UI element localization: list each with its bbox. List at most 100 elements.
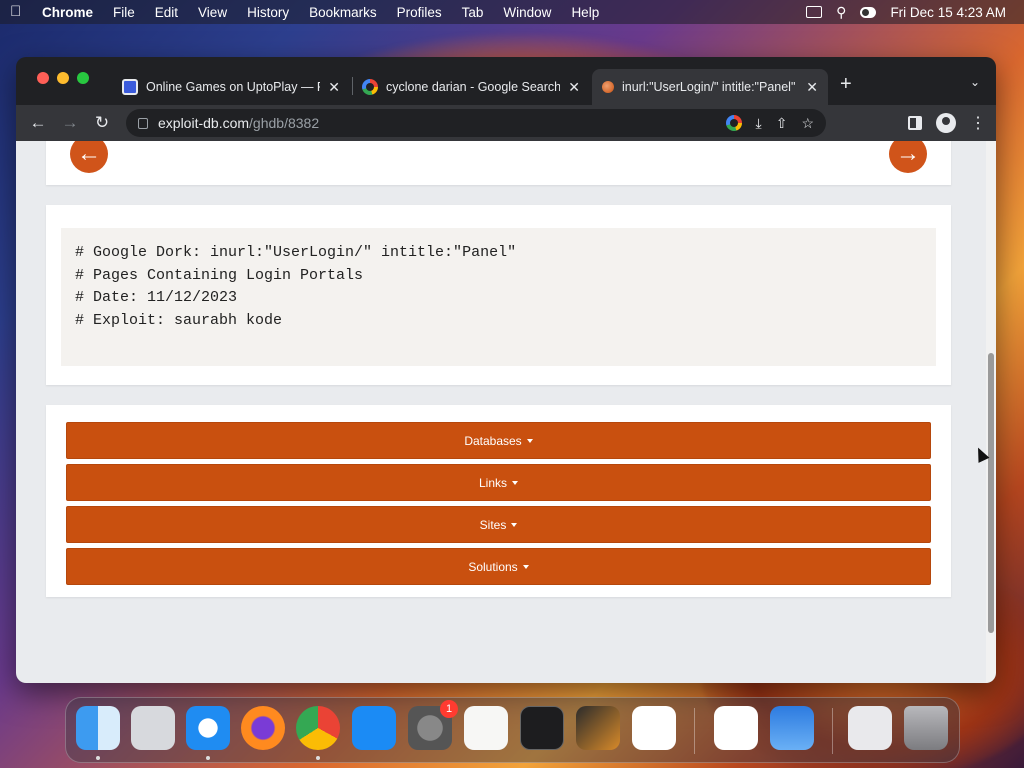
dropdown-label: Links — [478, 475, 507, 490]
window-controls — [37, 72, 89, 84]
dock-separator — [694, 708, 695, 754]
google-icon — [362, 79, 378, 95]
previous-arrow-button[interactable]: ← — [70, 141, 108, 173]
menu-file[interactable]: File — [113, 5, 135, 20]
exploit-card: # Google Dork: inurl:"UserLogin/" intitl… — [46, 205, 951, 385]
reload-button[interactable]: ↻ — [88, 109, 116, 137]
firefox-icon[interactable] — [241, 706, 285, 750]
app-store-icon[interactable] — [352, 706, 396, 750]
menu-view[interactable]: View — [198, 5, 227, 20]
tab-exploit-db[interactable]: inurl:"UserLogin/" intitle:"Panel" ✕ — [592, 69, 828, 105]
finder-icon[interactable] — [76, 706, 120, 750]
code-line: # Date: 11/12/2023 — [75, 289, 238, 306]
textedit-icon[interactable] — [464, 706, 508, 750]
google-lens-icon[interactable] — [725, 115, 742, 131]
dock: 1 — [65, 697, 960, 763]
dropdown-label: Databases — [464, 433, 522, 448]
uptoplay-icon — [122, 79, 138, 95]
navigation-card: ← → — [46, 141, 951, 185]
dropdown-label: Sites — [479, 517, 507, 532]
menu-tab[interactable]: Tab — [462, 5, 484, 20]
code-line: # Pages Containing Login Portals — [75, 266, 364, 284]
chrome-icon[interactable] — [296, 706, 340, 750]
forward-button[interactable]: → — [56, 109, 84, 137]
system-preferences-icon[interactable]: 1 — [408, 700, 458, 750]
page-content: ← → # Google Dork: inurl:"UserLogin/" in… — [16, 141, 986, 683]
address-bar[interactable]: exploit-db.com/ghdb/8382 ⤓ ⇧ ☆ — [126, 109, 826, 137]
profile-avatar-icon[interactable] — [936, 113, 956, 133]
terminal-icon[interactable] — [520, 706, 564, 750]
share-icon[interactable]: ⇧ — [776, 115, 788, 132]
weather-icon[interactable] — [770, 706, 814, 750]
back-button[interactable]: ← — [24, 109, 52, 137]
code-line: # Exploit: saurabh kode — [75, 311, 283, 329]
dropdown-label: Solutions — [468, 559, 518, 574]
sites-dropdown[interactable]: Sites — [66, 506, 931, 543]
menu-history[interactable]: History — [247, 5, 289, 20]
page-scrollbar[interactable] — [986, 141, 996, 683]
toolbar: ← → ↻ exploit-db.com/ghdb/8382 ⤓ ⇧ ☆ ⋮ — [16, 105, 996, 141]
menu-bookmarks[interactable]: Bookmarks — [309, 5, 377, 20]
menu-window[interactable]: Window — [503, 5, 551, 20]
vscode-icon[interactable] — [632, 706, 676, 750]
tab-strip: Online Games on UptoPlay — P ✕ cyclone d… — [16, 57, 996, 105]
code-line: # Google Dork: inurl:"UserLogin/" intitl… — [75, 244, 517, 261]
tab-uptoplay[interactable]: Online Games on UptoPlay — P ✕ — [112, 69, 350, 105]
running-indicator — [96, 756, 100, 760]
exploit-code-block: # Google Dork: inurl:"UserLogin/" intitl… — [61, 228, 936, 366]
menu-edit[interactable]: Edit — [155, 5, 178, 20]
tab-search-chevron-icon[interactable]: ⌄ — [970, 75, 980, 89]
solutions-dropdown[interactable]: Solutions — [66, 548, 931, 585]
menu-app-name[interactable]: Chrome — [42, 5, 93, 20]
caret-down-icon — [512, 480, 518, 485]
more-menu-icon[interactable]: ⋮ — [970, 113, 986, 133]
spotlight-search-icon[interactable]: ⚲ — [836, 4, 846, 21]
menu-clock[interactable]: Fri Dec 15 4:23 AM — [890, 5, 1006, 20]
close-tab-icon[interactable]: ✕ — [806, 79, 818, 96]
preview-icon[interactable] — [848, 706, 892, 750]
footer-menu-card: Databases Links Sites Solutions — [46, 405, 951, 597]
chrome-window: Online Games on UptoPlay — P ✕ cyclone d… — [16, 57, 996, 683]
caret-down-icon — [511, 522, 518, 527]
next-arrow-button[interactable]: → — [889, 141, 927, 173]
install-app-icon[interactable]: ⤓ — [756, 115, 762, 132]
close-tab-icon[interactable]: ✕ — [328, 79, 340, 96]
menu-help[interactable]: Help — [571, 5, 599, 20]
running-indicator — [316, 756, 320, 760]
links-dropdown[interactable]: Links — [66, 464, 931, 501]
exploit-db-icon — [602, 81, 614, 93]
close-window-button[interactable] — [37, 72, 49, 84]
trash-icon[interactable] — [904, 706, 948, 750]
control-center-icon[interactable] — [860, 6, 877, 18]
menu-bar:  Chrome File Edit View History Bookmark… — [0, 0, 1024, 24]
side-panel-icon[interactable] — [908, 116, 922, 130]
tab-title: cyclone darian - Google Search — [386, 80, 561, 94]
running-indicator — [206, 756, 210, 760]
scrollbar-thumb[interactable] — [988, 353, 994, 633]
omnibox-actions: ⤓ ⇧ ☆ — [725, 109, 814, 137]
tab-title: inurl:"UserLogin/" intitle:"Panel" — [622, 80, 796, 94]
new-tab-button[interactable]: + — [840, 73, 852, 96]
minimize-window-button[interactable] — [57, 72, 69, 84]
close-tab-icon[interactable]: ✕ — [568, 79, 580, 96]
caret-down-icon — [522, 564, 529, 569]
launchpad-icon[interactable] — [131, 706, 175, 750]
tab-google-search[interactable]: cyclone darian - Google Search ✕ — [352, 69, 590, 105]
url-host: exploit-db.com — [158, 115, 250, 131]
safari-icon[interactable] — [186, 706, 230, 750]
caret-down-icon — [526, 438, 533, 443]
databases-dropdown[interactable]: Databases — [66, 422, 931, 459]
visual-studio-icon[interactable] — [714, 706, 758, 750]
garageband-icon[interactable] — [576, 706, 620, 750]
url-path: /ghdb/8382 — [249, 115, 320, 131]
screen-mirroring-icon[interactable] — [806, 6, 823, 18]
notification-badge: 1 — [440, 700, 458, 718]
toolbar-right: ⋮ — [908, 109, 986, 137]
dock-separator — [832, 708, 833, 754]
lock-icon[interactable] — [138, 117, 148, 129]
bookmark-star-icon[interactable]: ☆ — [801, 115, 814, 132]
zoom-window-button[interactable] — [77, 72, 89, 84]
apple-icon[interactable]:  — [10, 4, 24, 20]
tab-title: Online Games on UptoPlay — P — [146, 80, 321, 94]
menu-profiles[interactable]: Profiles — [397, 5, 442, 20]
